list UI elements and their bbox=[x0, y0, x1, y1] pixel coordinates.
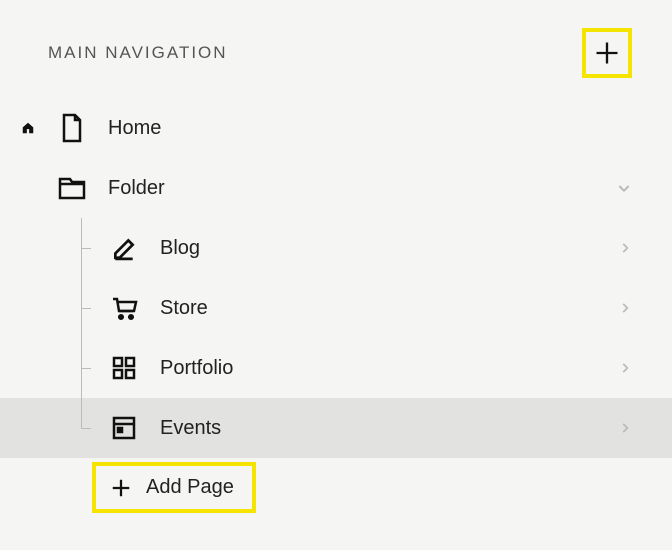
nav-item-blog[interactable]: Blog bbox=[0, 218, 672, 278]
add-page-label: Add Page bbox=[146, 476, 234, 499]
pen-icon bbox=[108, 232, 140, 264]
nav-header: MAIN NAVIGATION bbox=[0, 0, 672, 98]
nav-header-title: MAIN NAVIGATION bbox=[48, 43, 228, 63]
nav-item-label: Home bbox=[108, 117, 632, 140]
nav-item-label: Folder bbox=[108, 177, 616, 200]
add-page-button[interactable]: Add Page bbox=[92, 462, 256, 513]
add-page-row: Add Page bbox=[92, 462, 672, 513]
nav-item-events[interactable]: Events bbox=[0, 398, 672, 458]
folder-icon bbox=[56, 172, 88, 204]
chevron-right-icon bbox=[618, 300, 632, 316]
chevron-right-icon bbox=[618, 360, 632, 376]
cart-icon bbox=[108, 292, 140, 324]
nav-item-label: Blog bbox=[160, 237, 618, 260]
chevron-down-icon bbox=[616, 180, 632, 196]
nav-item-label: Events bbox=[160, 417, 618, 440]
plus-icon bbox=[593, 39, 621, 67]
add-navigation-button[interactable] bbox=[582, 28, 632, 78]
nav-item-folder[interactable]: Folder bbox=[0, 158, 672, 218]
chevron-right-icon bbox=[618, 420, 632, 436]
nav-list: Home Folder Blog bbox=[0, 98, 672, 458]
nav-item-label: Portfolio bbox=[160, 357, 618, 380]
grid-icon bbox=[108, 352, 140, 384]
home-marker-icon bbox=[18, 121, 38, 135]
nav-item-label: Store bbox=[160, 297, 618, 320]
calendar-icon bbox=[108, 412, 140, 444]
plus-icon bbox=[110, 477, 132, 499]
nav-item-portfolio[interactable]: Portfolio bbox=[0, 338, 672, 398]
nav-item-home[interactable]: Home bbox=[0, 98, 672, 158]
chevron-right-icon bbox=[618, 240, 632, 256]
page-icon bbox=[56, 112, 88, 144]
nav-item-store[interactable]: Store bbox=[0, 278, 672, 338]
